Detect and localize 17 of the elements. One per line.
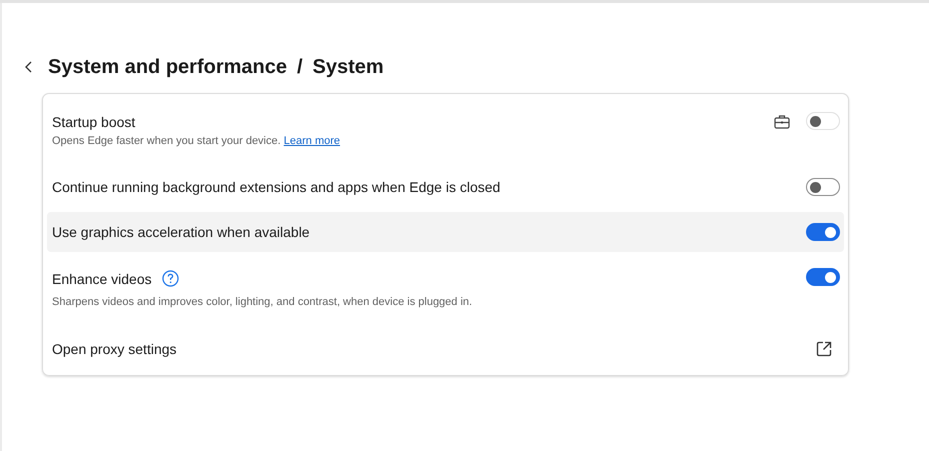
help-icon[interactable]	[162, 270, 179, 287]
back-icon[interactable]	[24, 61, 34, 73]
external-link-icon[interactable]	[816, 341, 832, 357]
learn-more-link[interactable]: Learn more	[284, 135, 340, 147]
toggle-switch[interactable]	[806, 268, 840, 286]
page-title: System	[312, 56, 384, 78]
toggle-switch[interactable]	[806, 178, 840, 196]
setting-label: Enhance videos	[52, 270, 152, 286]
setting-description: Opens Edge faster when you start your device. Learn more	[52, 135, 340, 147]
toggle-switch[interactable]	[806, 223, 840, 241]
setting-label: Continue running background extensions and apps when Edge is closed	[52, 179, 500, 195]
breadcrumb-separator: /	[296, 56, 304, 78]
breadcrumb-link[interactable]: System and performance	[48, 56, 287, 78]
setting-label: Startup boost	[52, 114, 136, 130]
setting-description: Sharpens videos and improves color, lighting, and contrast, when device is plugged in.	[52, 296, 472, 308]
setting-label: Use graphics acceleration when available	[52, 224, 310, 240]
setting-label: Open proxy settings	[52, 341, 177, 357]
